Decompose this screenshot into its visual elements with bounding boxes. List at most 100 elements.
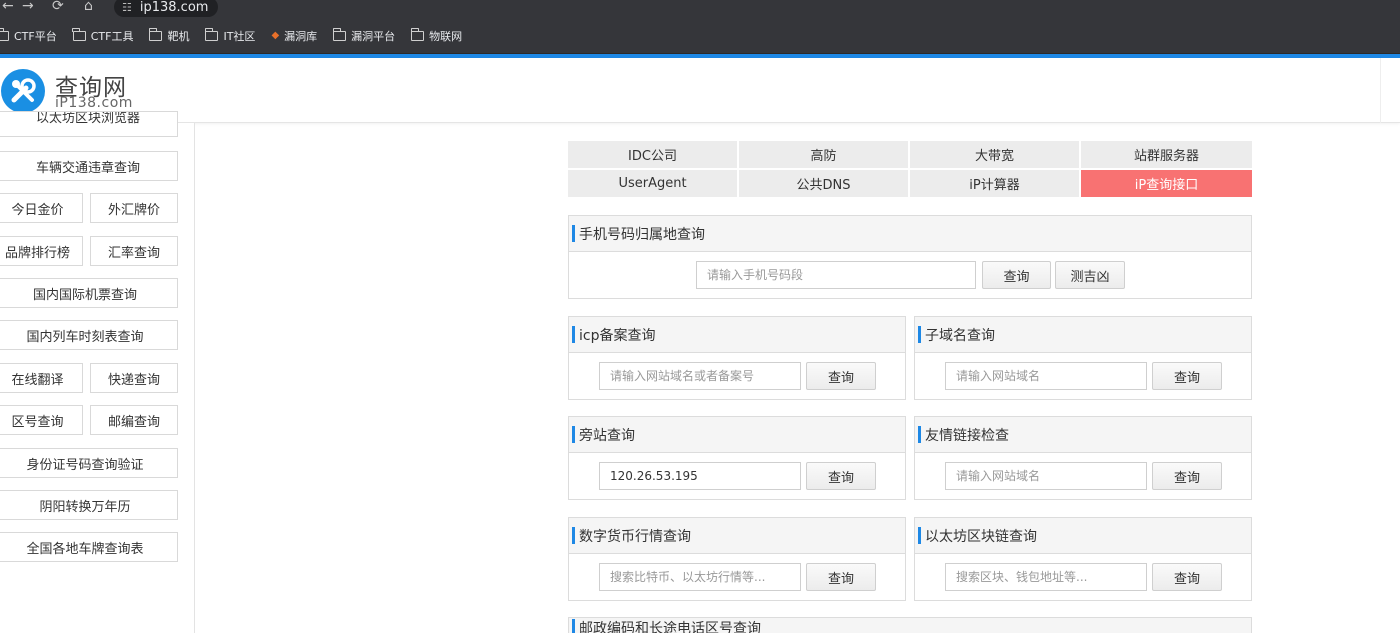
sidebar-item-translate[interactable]: 在线翻译 [0, 363, 83, 393]
sidesite-lookup-panel: 旁站查询 查询 [568, 416, 906, 500]
logo-subtitle[interactable]: iP138.com [55, 95, 133, 111]
sidebar-item-flights[interactable]: 国内国际机票查询 [0, 278, 178, 308]
tab-public-dns[interactable]: 公共DNS [739, 170, 908, 197]
back-icon[interactable]: ← [2, 0, 14, 14]
ethereum-input[interactable] [945, 563, 1147, 591]
sidebar-item-express[interactable]: 快递查询 [90, 363, 178, 393]
bookmark-ctf-tools[interactable]: CTF工具 [72, 27, 134, 44]
subdomain-query-button[interactable]: 查询 [1152, 362, 1222, 390]
sidebar-item-traffic-violation[interactable]: 车辆交通违章查询 [0, 151, 178, 181]
friendlink-input[interactable] [945, 462, 1147, 490]
sidebar-item-label: 国内国际机票查询 [32, 287, 137, 303]
folder-icon [332, 27, 347, 41]
phone-fortune-button[interactable]: 测吉凶 [1055, 261, 1125, 289]
bookmark-iot[interactable]: 物联网 [410, 27, 463, 44]
crypto-query-button[interactable]: 查询 [806, 563, 876, 591]
phone-query-button[interactable]: 查询 [982, 261, 1051, 289]
bookmark-label: CTF平台 [14, 29, 57, 43]
sidebar-item-label: 快递查询 [107, 372, 160, 388]
bookmark-target-machine[interactable]: 靶机 [148, 27, 190, 44]
sidebar-item-label: 汇率查询 [107, 245, 160, 261]
sidebar-item-area-code[interactable]: 区号查询 [0, 405, 83, 435]
tab-ip-calculator[interactable]: iP计算器 [910, 170, 1079, 197]
button-label: 查询 [827, 470, 854, 486]
panel-title: 数字货币行情查询 [569, 518, 905, 554]
tab-idc[interactable]: IDC公司 [568, 141, 737, 168]
ethereum-query-button[interactable]: 查询 [1152, 563, 1222, 591]
panel-title: icp备案查询 [569, 317, 905, 353]
tab-label: iP查询接口 [1134, 178, 1199, 193]
phone-input[interactable] [696, 261, 976, 289]
sidebar-item-license-plate[interactable]: 全国各地车牌查询表 [0, 532, 178, 562]
icp-query-button[interactable]: 查询 [806, 362, 876, 390]
friendlink-query-button[interactable]: 查询 [1152, 462, 1222, 490]
bookmark-vuln-db[interactable]: ◆ 漏洞库 [271, 28, 317, 44]
tab-label: 大带宽 [974, 149, 1014, 164]
tab-ip-api[interactable]: iP查询接口 [1081, 170, 1252, 197]
header-right-edge [1380, 58, 1400, 123]
panel-title: 手机号码归属地查询 [569, 216, 1251, 252]
bookmark-label: 物联网 [429, 29, 463, 43]
phone-lookup-panel: 手机号码归属地查询 查询 测吉凶 [568, 215, 1252, 299]
sidesite-query-button[interactable]: 查询 [806, 462, 876, 490]
tab-bandwidth[interactable]: 大带宽 [910, 141, 1079, 168]
button-label: 查询 [827, 571, 854, 587]
panel-title: 子域名查询 [915, 317, 1251, 353]
icp-lookup-panel: icp备案查询 查询 [568, 316, 906, 400]
flame-icon: ◆ [271, 30, 280, 41]
home-icon[interactable]: ⌂ [84, 0, 93, 14]
panel-title: 邮政编码和长途电话区号查询 [569, 618, 1251, 633]
sidebar-item-forex[interactable]: 外汇牌价 [90, 193, 178, 223]
logo-tools-icon[interactable] [1, 69, 45, 113]
folder-icon [204, 27, 219, 41]
sidebar-item-train[interactable]: 国内列车时刻表查询 [0, 320, 178, 350]
panel-title: 友情链接检查 [915, 417, 1251, 453]
url-field[interactable]: ☷ ip138.com [114, 0, 219, 17]
sidebar-item-gold-price[interactable]: 今日金价 [0, 193, 83, 223]
sidebar-item-postcode[interactable]: 邮编查询 [90, 405, 178, 435]
sidebar-item-label: 外汇牌价 [107, 202, 160, 218]
sidebar-item-label: 身份证号码查询验证 [26, 457, 144, 473]
sidebar-item-label: 今日金价 [11, 202, 64, 218]
bookmark-label: 漏洞库 [284, 29, 318, 43]
sidebar-item-exchange-rate[interactable]: 汇率查询 [90, 236, 178, 266]
bookmark-it-community[interactable]: IT社区 [204, 27, 255, 44]
bookmark-label: 靶机 [167, 29, 190, 43]
folder-icon [72, 27, 86, 41]
site-info-icon[interactable]: ☷ [122, 1, 132, 14]
sidebar-item-label: 车辆交通违章查询 [35, 160, 140, 176]
postcode-areacode-panel: 邮政编码和长途电话区号查询 [568, 617, 1252, 633]
panel-title: 以太坊区块链查询 [915, 518, 1251, 554]
browser-address-bar: ← → ⟳ ⌂ ☷ ip138.com [0, 0, 1400, 18]
sidebar-item-eth-explorer[interactable]: 以太坊区块浏览器 [0, 111, 178, 137]
folder-icon [148, 27, 163, 41]
sidebar: 以太坊区块浏览器 车辆交通违章查询 今日金价 外汇牌价 品牌排行榜 汇率查询 国… [0, 111, 195, 633]
tab-ddos-protection[interactable]: 高防 [739, 141, 908, 168]
button-label: 测吉凶 [1070, 269, 1110, 285]
sidebar-item-brand-rank[interactable]: 品牌排行榜 [0, 236, 83, 266]
url-text: ip138.com [139, 0, 209, 15]
subdomain-input[interactable] [945, 362, 1147, 390]
tab-site-cluster[interactable]: 站群服务器 [1081, 141, 1252, 168]
bookmark-label: CTF工具 [90, 29, 134, 43]
sidebar-item-label: 品牌排行榜 [4, 245, 70, 261]
button-label: 查询 [1173, 370, 1200, 386]
forward-icon[interactable]: → [22, 0, 34, 14]
friendlink-check-panel: 友情链接检查 查询 [914, 416, 1252, 500]
tab-label: 公共DNS [796, 178, 851, 193]
tab-label: 站群服务器 [1133, 149, 1199, 164]
sidebar-item-id-card[interactable]: 身份证号码查询验证 [0, 448, 178, 478]
sidebar-item-label: 阴阳转换万年历 [39, 499, 131, 515]
tab-label: iP计算器 [969, 178, 1020, 193]
button-label: 查询 [1003, 269, 1030, 285]
bookmark-ctf-platform[interactable]: CTF平台 [0, 27, 57, 44]
sidesite-input[interactable] [599, 462, 801, 490]
bookmark-label: 漏洞平台 [351, 29, 396, 43]
tab-useragent[interactable]: UserAgent [568, 170, 737, 197]
button-label: 查询 [827, 370, 854, 386]
icp-input[interactable] [599, 362, 801, 390]
crypto-input[interactable] [599, 563, 801, 591]
bookmark-vuln-platform[interactable]: 漏洞平台 [332, 27, 396, 44]
sidebar-item-calendar[interactable]: 阴阳转换万年历 [0, 490, 178, 520]
reload-icon[interactable]: ⟳ [52, 0, 64, 14]
